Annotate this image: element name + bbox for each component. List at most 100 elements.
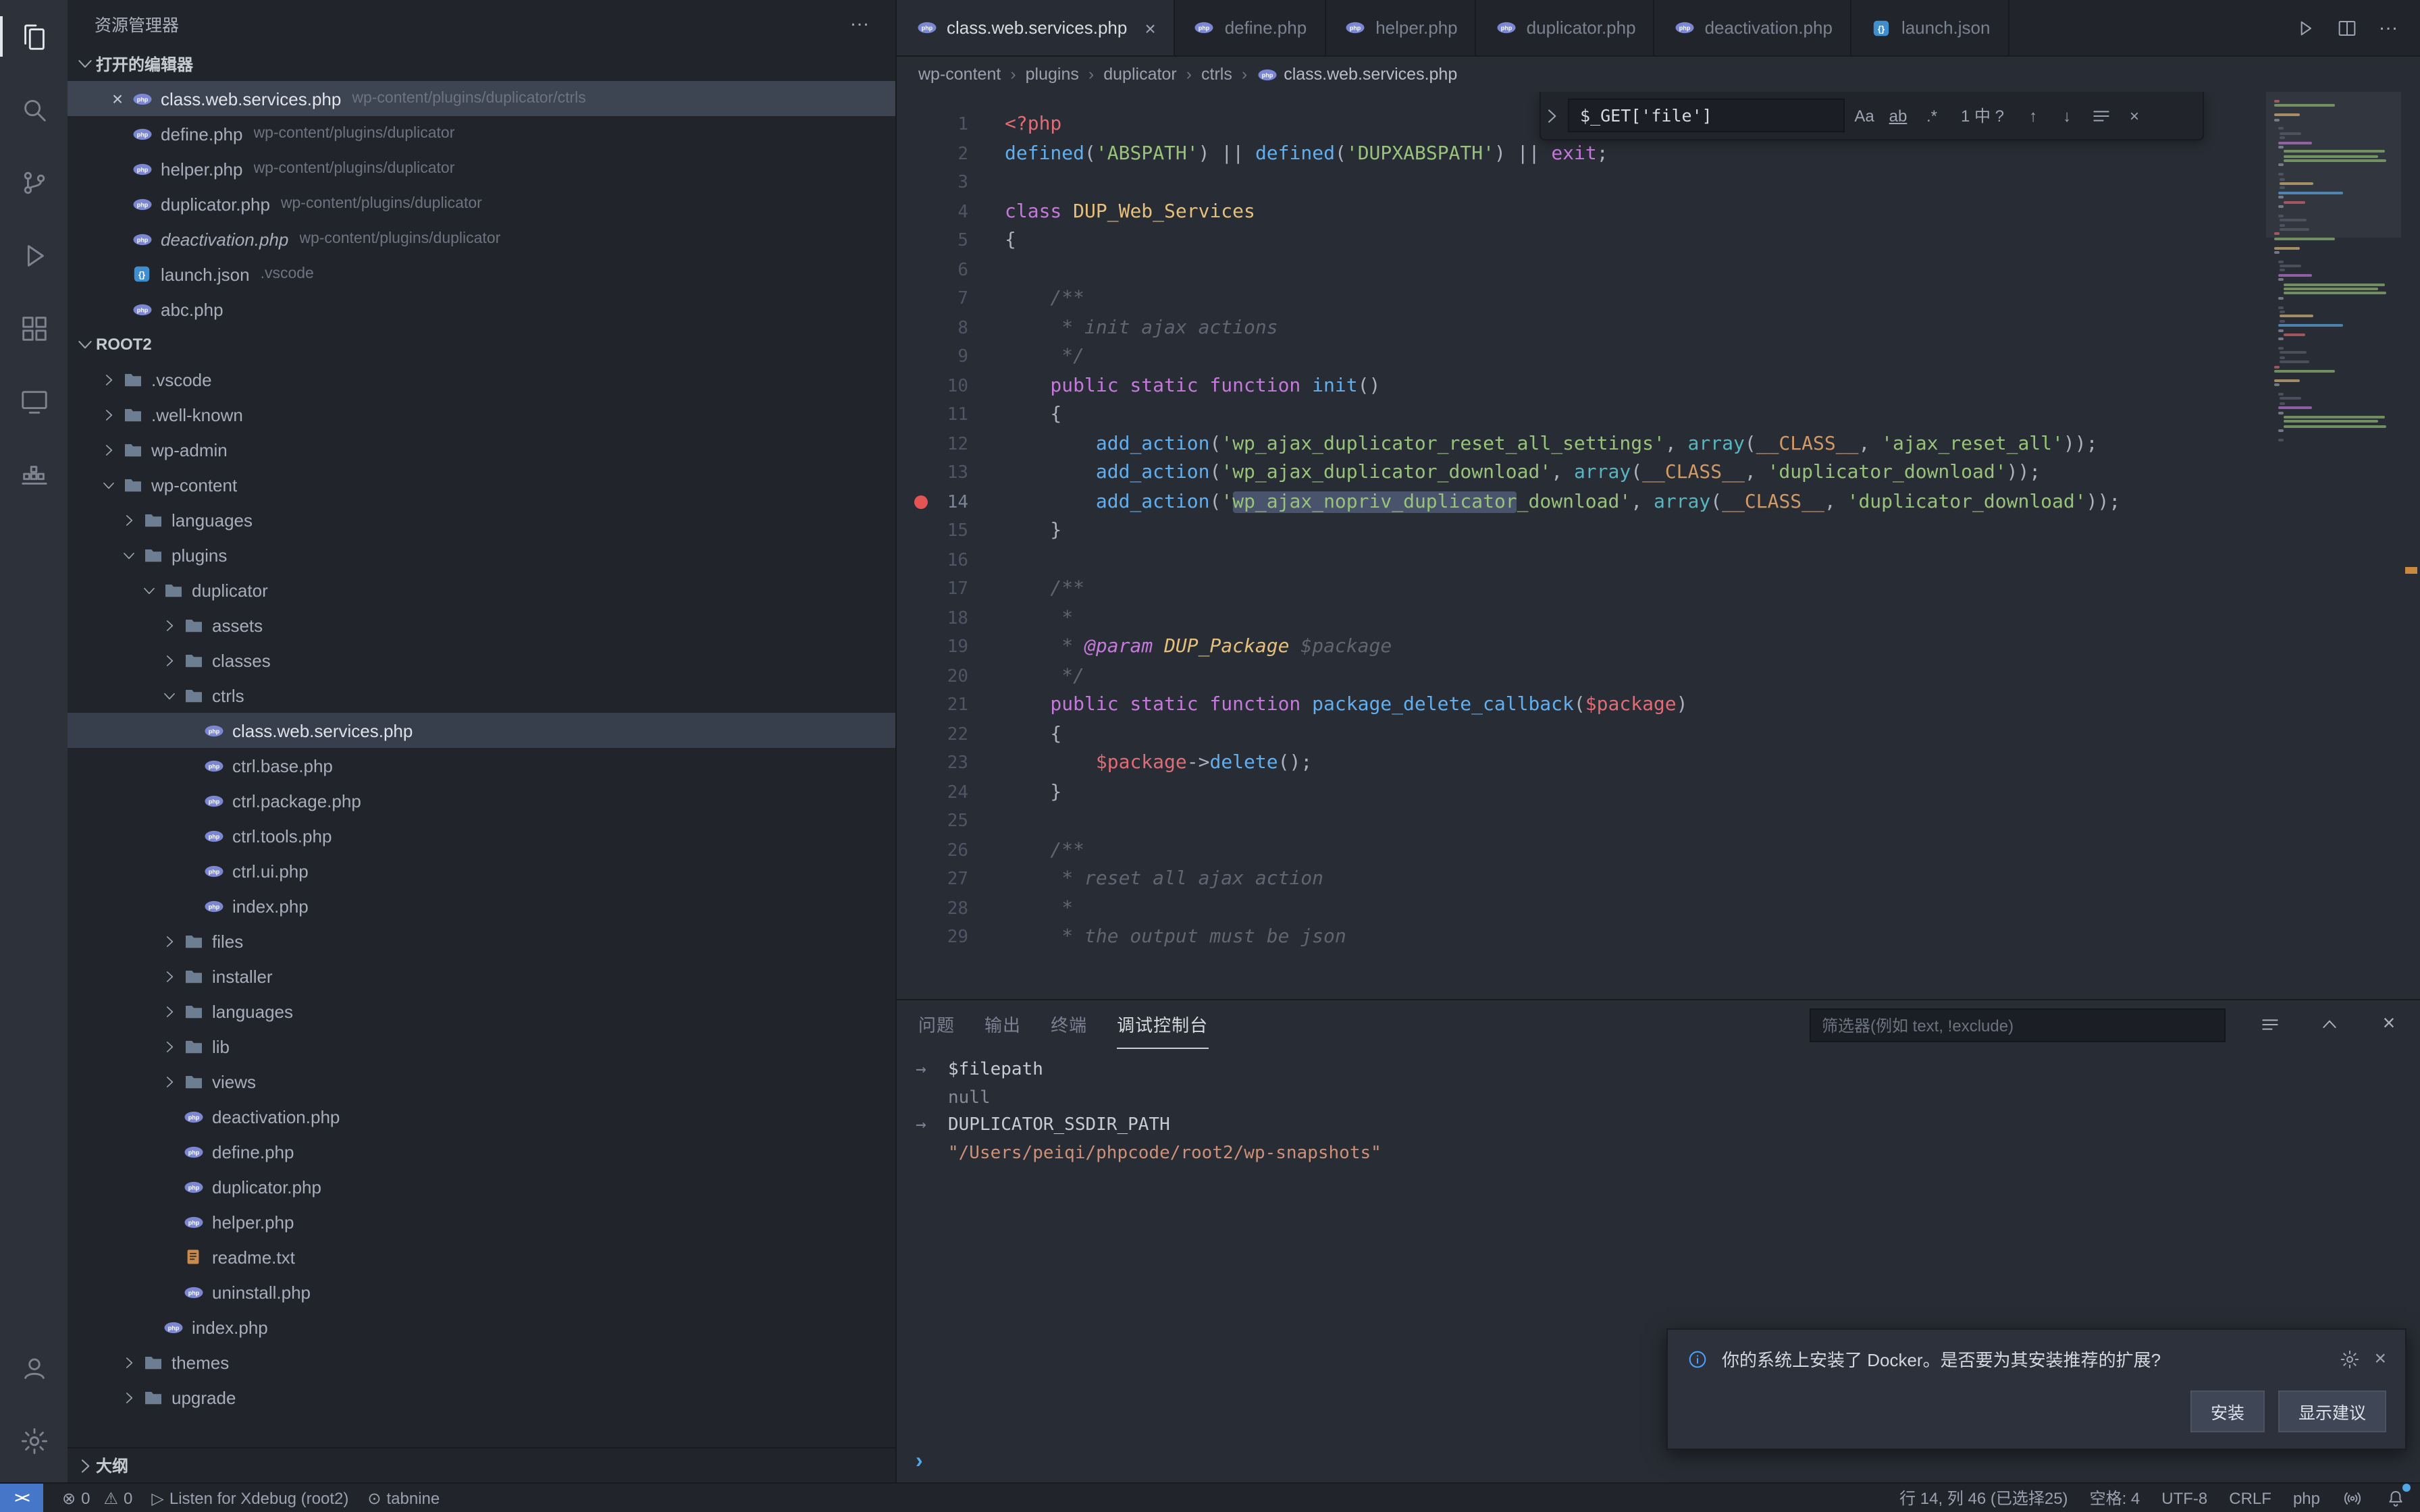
close-tab-icon[interactable]: × (1145, 17, 1155, 38)
minimap[interactable] (2266, 92, 2401, 999)
open-editor-define.php[interactable]: phpdefine.phpwp-content/plugins/duplicat… (68, 116, 895, 151)
split-editor-icon[interactable] (2336, 17, 2358, 38)
code-line-19[interactable]: 19 * @param DUP_Package $package (897, 633, 2266, 662)
gutter-line-4[interactable]: 4 (897, 198, 1005, 227)
eol-status[interactable]: CRLF (2229, 1488, 2271, 1507)
console-prompt-icon[interactable]: › (916, 1450, 923, 1474)
problems-status[interactable]: ⊗0 ⚠0 (62, 1488, 132, 1507)
match-case-button[interactable]: Aa (1850, 101, 1878, 130)
run-debug-icon[interactable] (2294, 17, 2316, 38)
tree-item-wp-admin[interactable]: wp-admin (68, 432, 895, 467)
tree-item-themes[interactable]: themes (68, 1345, 895, 1380)
code-line-18[interactable]: 18 * (897, 604, 2266, 633)
open-editor-class.web.services.php[interactable]: ×phpclass.web.services.phpwp-content/plu… (68, 81, 895, 116)
tree-item-wp-content[interactable]: wp-content (68, 467, 895, 502)
code-line-8[interactable]: 8 * init ajax actions (897, 314, 2266, 343)
panel-tab-问题[interactable]: 问题 (918, 1000, 955, 1049)
activity-settings-icon[interactable] (0, 1404, 68, 1477)
gutter-line-5[interactable]: 5 (897, 227, 1005, 256)
broadcast-status[interactable] (2342, 1487, 2363, 1509)
activity-extensions-icon[interactable] (0, 292, 68, 364)
gutter-line-10[interactable]: 10 (897, 372, 1005, 401)
toggle-replace-icon[interactable] (1541, 92, 1562, 139)
gutter-line-13[interactable]: 13 (897, 459, 1005, 488)
activity-explorer-icon[interactable] (0, 0, 68, 73)
gutter-line-20[interactable]: 20 (897, 662, 1005, 691)
show-recommendations-button[interactable]: 显示建议 (2278, 1390, 2386, 1432)
open-editor-launch.json[interactable]: {}launch.json.vscode (68, 256, 895, 292)
open-editor-helper.php[interactable]: phphelper.phpwp-content/plugins/duplicat… (68, 151, 895, 186)
breadcrumb-item-ctrls[interactable]: ctrls (1201, 65, 1232, 84)
panel-tab-输出[interactable]: 输出 (984, 1000, 1021, 1049)
tree-item-.vscode[interactable]: .vscode (68, 362, 895, 397)
code-line-12[interactable]: 12 add_action('wp_ajax_duplicator_reset_… (897, 430, 2266, 459)
console-filter-input[interactable]: 筛选器(例如 text, !exclude) (1810, 1008, 2226, 1042)
tabnine-status[interactable]: ⊙tabnine (367, 1488, 440, 1507)
gutter-line-27[interactable]: 27 (897, 865, 1005, 894)
close-editor-icon[interactable]: × (105, 88, 130, 109)
overview-ruler[interactable] (2401, 92, 2420, 999)
tree-item-ctrl.package.php[interactable]: phpctrl.package.php (68, 783, 895, 818)
open-editor-abc.php[interactable]: phpabc.php (68, 292, 895, 327)
gutter-line-11[interactable]: 11 (897, 401, 1005, 430)
more-actions-icon[interactable]: … (849, 7, 871, 30)
code-line-22[interactable]: 22 { (897, 720, 2266, 749)
close-find-button[interactable]: × (2120, 101, 2149, 130)
tree-item-languages[interactable]: languages (68, 994, 895, 1029)
gutter-line-7[interactable]: 7 (897, 285, 1005, 314)
gutter-line-1[interactable]: 1 (897, 111, 1005, 140)
code-line-17[interactable]: 17 /** (897, 575, 2266, 604)
editor-more-actions-icon[interactable]: … (2378, 12, 2400, 35)
gutter-line-9[interactable]: 9 (897, 343, 1005, 372)
gutter-line-21[interactable]: 21 (897, 691, 1005, 720)
code-line-15[interactable]: 15 } (897, 517, 2266, 546)
gutter-line-18[interactable]: 18 (897, 604, 1005, 633)
tree-item-lib[interactable]: lib (68, 1029, 895, 1064)
tree-item-ctrl.tools.php[interactable]: phpctrl.tools.php (68, 818, 895, 853)
gutter-line-12[interactable]: 12 (897, 430, 1005, 459)
code-line-16[interactable]: 16 (897, 546, 2266, 575)
encoding-status[interactable]: UTF-8 (2161, 1488, 2207, 1507)
panel-menu-icon[interactable] (2255, 1010, 2285, 1040)
outline-header[interactable]: 大纲 (68, 1447, 895, 1482)
tree-item-readme.txt[interactable]: readme.txt (68, 1239, 895, 1274)
gutter-line-2[interactable]: 2 (897, 140, 1005, 169)
activity-account-icon[interactable] (0, 1331, 68, 1404)
code-editor[interactable]: 1<?php2defined('ABSPATH') || defined('DU… (897, 92, 2266, 999)
regex-button[interactable]: .* (1918, 101, 1946, 130)
indentation-status[interactable]: 空格: 4 (2090, 1486, 2140, 1509)
activity-search-icon[interactable] (0, 73, 68, 146)
tab-helper.php[interactable]: phphelper.php (1325, 0, 1476, 55)
debug-console-output[interactable]: →$filepathnull→DUPLICATOR_SSDIR_PATH"/Us… (897, 1049, 2420, 1168)
code-line-7[interactable]: 7 /** (897, 285, 2266, 314)
panel-tab-调试控制台[interactable]: 调试控制台 (1117, 1000, 1208, 1049)
tree-item-upgrade[interactable]: upgrade (68, 1380, 895, 1415)
close-panel-icon[interactable]: × (2374, 1010, 2404, 1040)
code-line-4[interactable]: 4class DUP_Web_Services (897, 198, 2266, 227)
tab-deactivation.php[interactable]: phpdeactivation.php (1655, 0, 1851, 55)
tree-item-duplicator.php[interactable]: phpduplicator.php (68, 1169, 895, 1204)
tab-class.web.services.php[interactable]: phpclass.web.services.php× (897, 0, 1175, 55)
tree-item-ctrls[interactable]: ctrls (68, 678, 895, 713)
activity-remote-explorer-icon[interactable] (0, 364, 68, 437)
code-line-23[interactable]: 23 $package->delete(); (897, 749, 2266, 778)
tree-item-languages[interactable]: languages (68, 502, 895, 537)
tree-item-views[interactable]: views (68, 1064, 895, 1099)
code-line-10[interactable]: 10 public static function init() (897, 372, 2266, 401)
open-editor-duplicator.php[interactable]: phpduplicator.phpwp-content/plugins/dupl… (68, 186, 895, 221)
tree-item-duplicator[interactable]: duplicator (68, 572, 895, 608)
panel-tab-终端[interactable]: 终端 (1051, 1000, 1087, 1049)
code-line-28[interactable]: 28 * (897, 894, 2266, 923)
code-line-14[interactable]: 14 add_action('wp_ajax_nopriv_duplicator… (897, 488, 2266, 517)
tab-duplicator.php[interactable]: phpduplicator.php (1477, 0, 1655, 55)
open-editors-header[interactable]: 打开的编辑器 (68, 46, 895, 81)
gutter-line-19[interactable]: 19 (897, 633, 1005, 662)
root2-header[interactable]: ROOT2 (68, 327, 895, 362)
gutter-line-25[interactable]: 25 (897, 807, 1005, 836)
tree-item-ctrl.ui.php[interactable]: phpctrl.ui.php (68, 853, 895, 888)
language-status[interactable]: php (2293, 1488, 2320, 1507)
gutter-line-6[interactable]: 6 (897, 256, 1005, 285)
gutter-line-14[interactable]: 14 (897, 488, 1005, 517)
notification-settings-icon[interactable] (2339, 1348, 2361, 1370)
maximize-panel-icon[interactable] (2315, 1010, 2344, 1040)
